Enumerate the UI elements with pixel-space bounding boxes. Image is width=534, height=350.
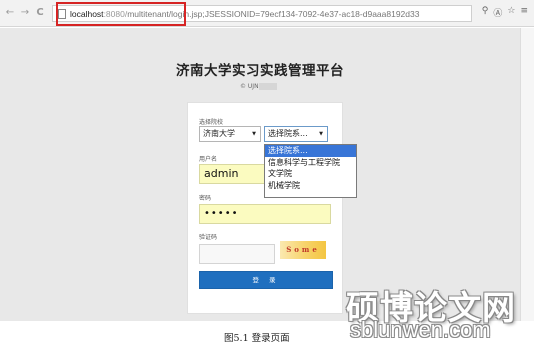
- dept-select-value: 选择院系...: [268, 129, 308, 138]
- back-icon[interactable]: ←: [5, 7, 15, 19]
- captcha-label: 验证码: [199, 234, 218, 241]
- page-title: 济南大学实习实践管理平台: [176, 63, 344, 79]
- chevron-down-icon: ▼: [319, 131, 323, 137]
- dropdown-option[interactable]: 机械学院: [265, 180, 356, 192]
- translate-icon[interactable]: Ⓐ: [493, 6, 502, 19]
- school-select[interactable]: 济南大学 ▼: [199, 126, 261, 142]
- figure-caption: 图5.1 登录页面: [224, 333, 290, 344]
- watermark-en: sblunwen.com: [350, 317, 491, 342]
- dept-select[interactable]: 选择院系... ▼: [264, 126, 328, 142]
- login-button[interactable]: 登 录: [199, 271, 333, 289]
- password-input[interactable]: •••••: [199, 204, 331, 224]
- dept-dropdown-list: 选择院系... 信息科学与工程学院 文学院 机械学院: [264, 144, 357, 198]
- dropdown-option[interactable]: 选择院系...: [265, 145, 356, 157]
- address-bar[interactable]: localhost:8080/multitenant/login.jsp;JSE…: [52, 2, 472, 26]
- chevron-down-icon: ▼: [252, 131, 256, 137]
- school-select-value: 济南大学: [203, 129, 235, 138]
- scrollbar[interactable]: [520, 28, 534, 321]
- reload-icon[interactable]: C: [35, 7, 45, 19]
- username-label: 用户名: [199, 156, 218, 163]
- captcha-input[interactable]: [199, 244, 275, 264]
- browser-toolbar: ← → C localhost:8080/multitenant/login.j…: [0, 0, 534, 27]
- forward-icon[interactable]: →: [20, 7, 30, 19]
- browser-tool-icons: ⚲ Ⓐ ☆ ≡: [482, 6, 528, 19]
- password-label: 密码: [199, 195, 212, 202]
- dropdown-option[interactable]: 文学院: [265, 168, 356, 180]
- watermark: 硕博论文网 sblunwen.com: [342, 281, 534, 350]
- menu-icon[interactable]: ≡: [520, 6, 528, 19]
- school-label: 选择院校: [199, 119, 224, 126]
- copyright: © UJN: [240, 83, 277, 90]
- url-highlight-box: [56, 2, 186, 26]
- captcha-image[interactable]: Some: [280, 241, 326, 259]
- dropdown-option[interactable]: 信息科学与工程学院: [265, 157, 356, 169]
- key-icon[interactable]: ⚲: [482, 6, 489, 19]
- star-icon[interactable]: ☆: [507, 6, 515, 19]
